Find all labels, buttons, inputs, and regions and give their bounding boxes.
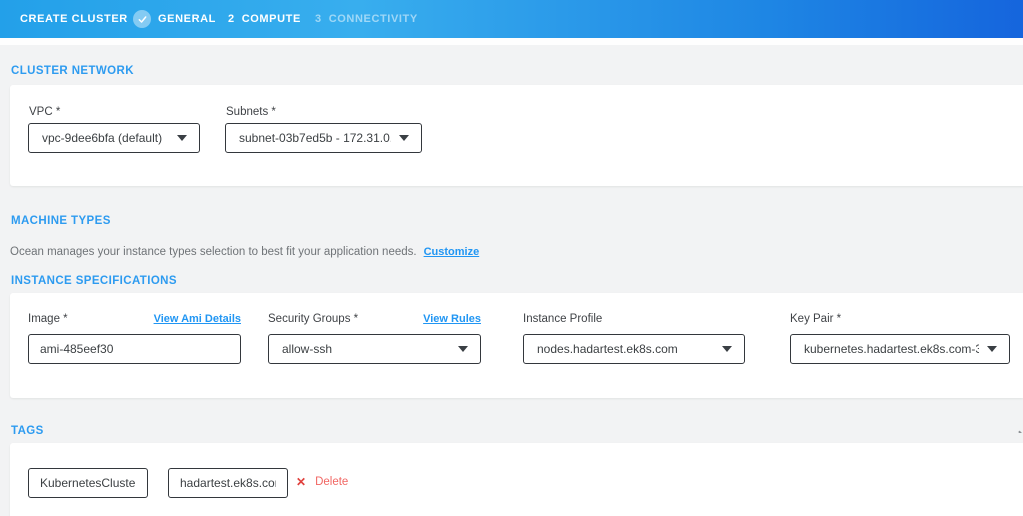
machine-types-description: Ocean manages your instance types select… xyxy=(10,246,479,258)
tab-compute[interactable]: 2 COMPUTE xyxy=(228,0,301,38)
delete-tag-label: Delete xyxy=(315,476,348,488)
chevron-down-icon xyxy=(177,135,187,141)
instance-profile-select-value: nodes.hadartest.ek8s.com xyxy=(537,342,714,356)
security-groups-select[interactable]: allow-ssh xyxy=(268,334,481,364)
key-pair-select[interactable]: kubernetes.hadartest.ek8s.com-39:84:a5:9… xyxy=(790,334,1010,364)
delete-x-icon: ✕ xyxy=(296,476,306,488)
tab-compute-label: COMPUTE xyxy=(242,13,301,25)
instance-specifications-panel: Image * View Ami Details Security Groups… xyxy=(10,293,1023,398)
tag-key-input[interactable] xyxy=(28,468,148,498)
key-pair-label: Key Pair * xyxy=(790,313,841,325)
security-groups-label: Security Groups * xyxy=(268,313,358,325)
chevron-down-icon xyxy=(722,346,732,352)
subnets-select[interactable]: subnet-03b7ed5b - 172.31.0.0/20 ... xyxy=(225,123,422,153)
subnets-label: Subnets * xyxy=(226,106,276,118)
image-label: Image * xyxy=(28,313,68,325)
topbar-bottom-strip xyxy=(0,38,1023,45)
section-heading-instance-specifications: INSTANCE SPECIFICATIONS xyxy=(11,275,177,287)
wizard-topbar: CREATE CLUSTER GENERAL 2 COMPUTE 3 CONNE… xyxy=(0,0,1023,38)
chevron-down-icon xyxy=(458,346,468,352)
section-heading-cluster-network: CLUSTER NETWORK xyxy=(11,65,134,77)
instance-profile-select[interactable]: nodes.hadartest.ek8s.com xyxy=(523,334,745,364)
tab-general[interactable]: GENERAL xyxy=(133,0,216,38)
tab-connectivity[interactable]: 3 CONNECTIVITY xyxy=(315,0,418,38)
view-rules-link[interactable]: View Rules xyxy=(423,313,481,325)
delete-tag-button[interactable]: ✕ Delete xyxy=(296,476,348,488)
cluster-network-panel: VPC * vpc-9dee6bfa (default) Subnets * s… xyxy=(10,85,1023,186)
image-input[interactable] xyxy=(28,334,241,364)
chevron-down-icon xyxy=(399,135,409,141)
chevron-down-icon xyxy=(987,346,997,352)
tab-compute-number: 2 xyxy=(228,13,235,25)
create-cluster-screen: CREATE CLUSTER GENERAL 2 COMPUTE 3 CONNE… xyxy=(0,0,1023,516)
customize-link[interactable]: Customize xyxy=(424,246,480,258)
tags-panel: ✕ Delete xyxy=(10,443,1023,516)
clipped-edge-icon xyxy=(1017,427,1023,433)
tab-general-label: GENERAL xyxy=(158,13,216,25)
instance-profile-label: Instance Profile xyxy=(523,313,602,325)
key-pair-select-value: kubernetes.hadartest.ek8s.com-39:84:a5:9… xyxy=(804,342,979,356)
vpc-select[interactable]: vpc-9dee6bfa (default) xyxy=(28,123,200,153)
tab-connectivity-label: CONNECTIVITY xyxy=(329,13,418,25)
machine-types-description-text: Ocean manages your instance types select… xyxy=(10,246,417,258)
tab-connectivity-number: 3 xyxy=(315,13,322,25)
security-groups-select-value: allow-ssh xyxy=(282,342,450,356)
view-ami-details-link[interactable]: View Ami Details xyxy=(154,313,241,325)
vpc-label: VPC * xyxy=(29,106,60,118)
tag-value-input[interactable] xyxy=(168,468,288,498)
check-icon xyxy=(133,10,151,28)
vpc-select-value: vpc-9dee6bfa (default) xyxy=(42,131,169,145)
section-heading-tags: TAGS xyxy=(11,425,44,437)
window-title: CREATE CLUSTER xyxy=(20,0,128,38)
section-heading-machine-types: MACHINE TYPES xyxy=(11,215,111,227)
subnets-select-value: subnet-03b7ed5b - 172.31.0.0/20 ... xyxy=(239,131,391,145)
